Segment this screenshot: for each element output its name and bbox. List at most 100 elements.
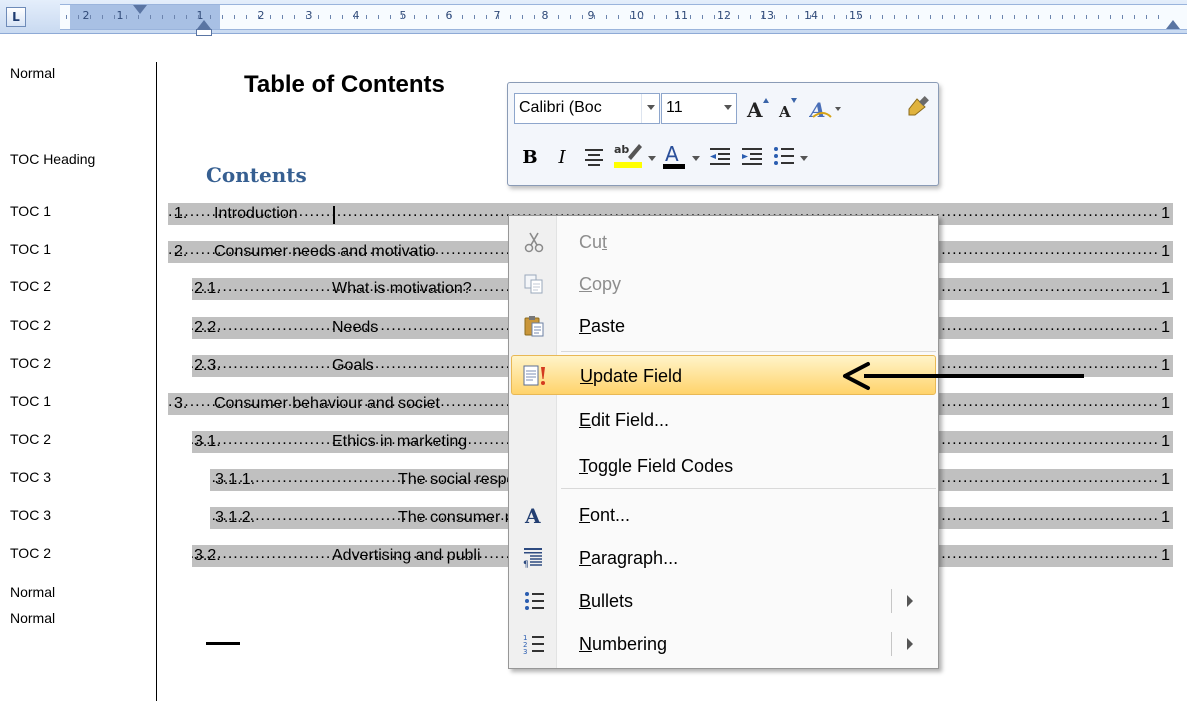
menu-item-numbering[interactable]: 1 2 3 Numbering xyxy=(511,624,936,664)
toc-entry-text: The social respo xyxy=(398,471,516,488)
style-label: Normal xyxy=(10,65,56,81)
ruler-tick xyxy=(1134,15,1135,19)
bullets-dropdown-arrow[interactable] xyxy=(800,156,808,161)
toc-entry-text: Ethics in marketing xyxy=(332,433,468,450)
ruler-tick xyxy=(570,15,571,19)
label-text: opy xyxy=(592,274,622,294)
menu-item-bullets[interactable]: Bullets xyxy=(511,581,936,621)
bold-button[interactable]: B xyxy=(516,143,544,171)
format-painter-button[interactable] xyxy=(902,94,930,122)
menu-item-cut[interactable]: Cut xyxy=(511,222,936,262)
menu-item-edit-field[interactable]: Edit Field... xyxy=(511,400,936,440)
mini-toolbar[interactable]: Calibri (Boc 11 A A A B I ab A xyxy=(507,82,939,186)
submenu-arrow-icon[interactable] xyxy=(907,595,913,607)
ruler-tick xyxy=(642,15,643,19)
italic-icon: I xyxy=(558,146,566,168)
ruler-tick xyxy=(282,15,283,19)
update-field-icon xyxy=(522,363,548,389)
chevron-down-icon xyxy=(724,105,732,110)
ruler-tick xyxy=(726,15,727,19)
first-line-indent-marker[interactable] xyxy=(133,5,147,14)
ruler-tick xyxy=(1050,15,1051,19)
ruler-tick xyxy=(474,15,475,19)
format-painter-brush-icon xyxy=(908,96,929,116)
font-color-dropdown-arrow[interactable] xyxy=(692,156,700,161)
menu-separator xyxy=(561,488,936,489)
access-key: T xyxy=(579,456,588,476)
increase-indent-button[interactable] xyxy=(738,143,766,171)
paragraph-icon: ¶ xyxy=(521,545,547,571)
ruler-number: 15 xyxy=(849,9,863,22)
font-size-dropdown[interactable] xyxy=(714,94,736,123)
ruler-tick xyxy=(1098,15,1099,19)
toc-entry-page: 1 xyxy=(1161,319,1170,336)
menu-item-toggle-field-codes[interactable]: Toggle Field Codes xyxy=(511,446,936,486)
ruler-tick xyxy=(186,15,187,19)
ruler-tick xyxy=(930,15,931,19)
ruler-tick xyxy=(78,15,79,19)
font-size-combo[interactable]: 11 xyxy=(661,93,737,124)
toc-entry-text: Needs xyxy=(332,319,379,336)
tab-selector-button[interactable]: L xyxy=(6,7,26,27)
toc-entry-page: 1 xyxy=(1161,471,1170,488)
toc-entry-text: Consumer needs and motivatio xyxy=(214,243,436,260)
style-label: Normal xyxy=(10,610,56,626)
highlight-dropdown-arrow[interactable] xyxy=(648,156,656,161)
toc-heading: Contents xyxy=(206,163,307,187)
ruler-tick xyxy=(582,15,583,19)
label-text: umbering xyxy=(592,634,668,654)
center-align-button[interactable] xyxy=(580,143,608,171)
left-indent-marker[interactable] xyxy=(196,29,212,36)
ruler-tick xyxy=(198,15,199,19)
ruler-tick xyxy=(462,15,463,19)
grow-font-button[interactable]: A xyxy=(744,94,772,122)
ruler-tick xyxy=(1110,15,1111,19)
ruler-tick xyxy=(318,15,319,19)
bullets-button[interactable] xyxy=(770,143,798,171)
ruler-number: 6 xyxy=(445,9,453,22)
style-label: TOC 2 xyxy=(10,355,51,371)
horizontal-ruler[interactable]: L 2 1 1 2 3 4 5 6 7 8 9 10 11 12 13 14 15 xyxy=(0,0,1187,55)
hanging-indent-marker[interactable] xyxy=(197,20,211,29)
ruler-track[interactable] xyxy=(60,4,1187,30)
toc-entry-page: 1 xyxy=(1161,547,1170,564)
context-menu[interactable]: Cut Copy Paste Update Field Edit Field... Tog… xyxy=(508,215,939,669)
ruler-tick xyxy=(90,15,91,19)
menu-item-paste[interactable]: Paste xyxy=(511,306,936,346)
menu-item-paragraph[interactable]: ¶ Paragraph... xyxy=(511,538,936,578)
svg-text:A: A xyxy=(524,504,541,527)
toc-entry-page: 1 xyxy=(1161,395,1170,412)
toc-entry-page: 1 xyxy=(1161,280,1170,297)
style-area-divider[interactable] xyxy=(156,62,157,701)
font-color-button[interactable]: A xyxy=(660,141,688,169)
right-indent-marker[interactable] xyxy=(1166,20,1180,29)
ruler-tick xyxy=(522,15,523,19)
label-text: Cu xyxy=(579,232,603,252)
toc-entry-page: 1 xyxy=(1161,243,1170,260)
submenu-arrow-icon[interactable] xyxy=(907,638,913,650)
bold-icon: B xyxy=(522,146,538,168)
ruler-number: 11 xyxy=(674,9,688,22)
menu-item-copy[interactable]: Copy xyxy=(511,264,936,304)
ruler-tick xyxy=(966,15,967,19)
ruler-number: 12 xyxy=(717,9,731,22)
quick-styles-button[interactable]: A xyxy=(808,94,844,122)
ruler-tick xyxy=(882,15,883,19)
style-label: Normal xyxy=(10,584,56,600)
font-name-dropdown[interactable] xyxy=(641,94,659,123)
ruler-tick xyxy=(438,15,439,19)
page-title: Table of Contents xyxy=(244,71,445,98)
ruler-tick xyxy=(714,15,715,19)
shrink-font-icon: A xyxy=(778,98,797,121)
text-highlight-button[interactable]: ab xyxy=(612,141,644,169)
menu-item-label: Paste xyxy=(579,316,625,337)
ruler-number: 3 xyxy=(305,9,313,22)
toc-entry-number: 2.2. xyxy=(194,319,221,336)
ruler-tick xyxy=(666,15,667,19)
ruler-number: 8 xyxy=(541,9,549,22)
font-name-combo[interactable]: Calibri (Boc xyxy=(514,93,660,124)
shrink-font-button[interactable]: A xyxy=(774,94,802,122)
decrease-indent-button[interactable] xyxy=(706,143,734,171)
italic-button[interactable]: I xyxy=(548,143,576,171)
menu-item-font[interactable]: A Font... xyxy=(511,495,936,535)
